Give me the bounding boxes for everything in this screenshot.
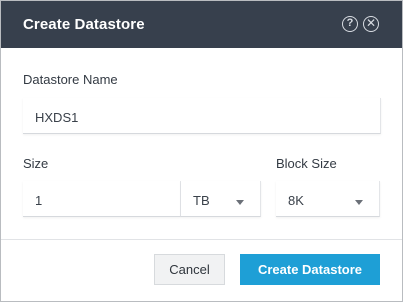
datastore-name-label: Datastore Name	[23, 72, 118, 87]
datastore-name-input[interactable]: HXDS1	[23, 98, 381, 134]
create-datastore-button[interactable]: Create Datastore	[240, 254, 380, 285]
chevron-down-icon	[236, 200, 244, 205]
cancel-button[interactable]: Cancel	[154, 254, 225, 285]
size-input[interactable]: 1	[23, 181, 181, 217]
size-value: 1	[35, 193, 43, 208]
size-unit-select[interactable]: TB	[181, 181, 261, 217]
chevron-down-icon	[355, 200, 363, 205]
block-size-label: Block Size	[276, 156, 337, 171]
block-size-select[interactable]: 8K	[276, 181, 380, 217]
dialog-titlebar: Create Datastore ? ✕	[1, 1, 402, 48]
help-icon[interactable]: ?	[342, 16, 358, 32]
dialog-title: Create Datastore	[23, 16, 145, 33]
footer-divider	[1, 239, 402, 240]
size-unit-value: TB	[193, 193, 210, 208]
close-icon[interactable]: ✕	[363, 16, 379, 32]
datastore-name-value: HXDS1	[35, 110, 79, 125]
block-size-value: 8K	[288, 193, 304, 208]
create-datastore-dialog: Create Datastore ? ✕ Datastore Name HXDS…	[0, 0, 403, 302]
size-label: Size	[23, 156, 49, 171]
